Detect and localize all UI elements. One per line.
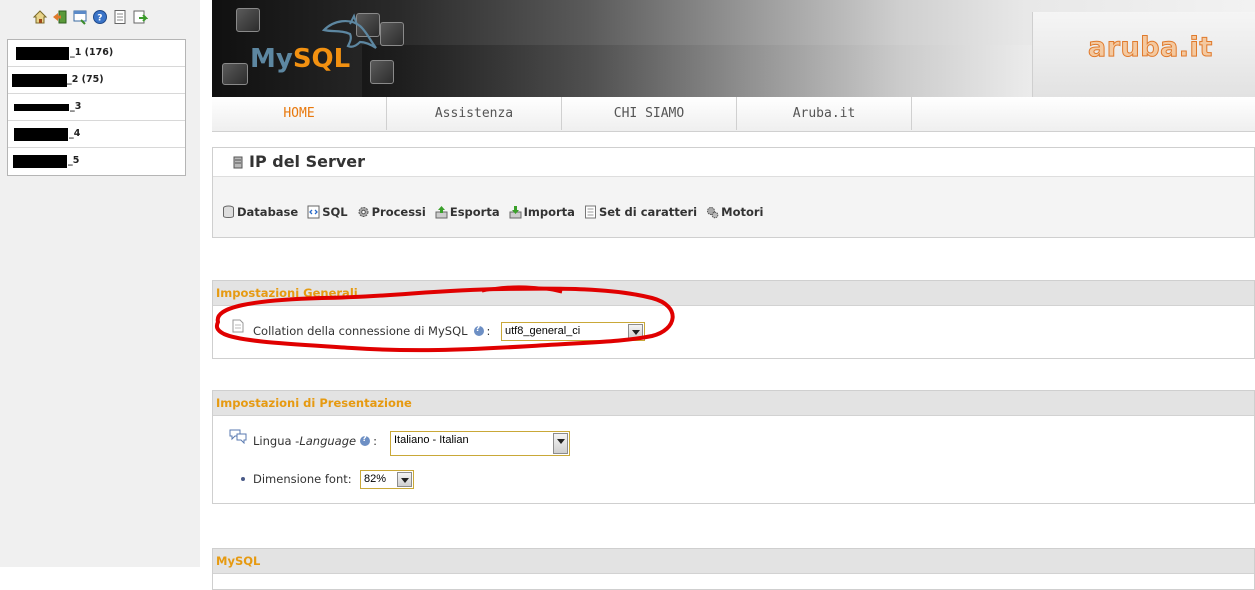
header-banner: MySQL aruba.it [212, 0, 1255, 97]
mysql-logo: MySQL [250, 44, 351, 74]
decor-square [236, 8, 260, 32]
banner-shine [362, 45, 1062, 97]
server-tabs: Database SQL Processi Esporta Importa Se… [222, 203, 772, 221]
presentation-settings-title: Impostazioni di Presentazione [213, 391, 1254, 416]
server-icon [233, 156, 243, 169]
decor-square [370, 60, 394, 84]
collation-select[interactable]: utf8_general_ci [501, 322, 645, 341]
font-size-select[interactable]: 82% [360, 470, 414, 489]
tab-set-di-caratteri[interactable]: Set di caratteri [584, 205, 697, 219]
sql-icon [307, 205, 320, 219]
help-icon[interactable]: ? [92, 9, 108, 25]
tab-label: Database [237, 205, 299, 219]
server-title: IP del Server [249, 152, 366, 171]
refresh-icon[interactable] [132, 9, 148, 25]
database-item-4[interactable]: _4 [8, 121, 185, 148]
tab-label: Motori [721, 205, 764, 219]
tab-label: Set di caratteri [598, 205, 698, 219]
tab-label: Esporta [449, 205, 500, 219]
import-icon [509, 206, 522, 219]
redacted-name [13, 155, 67, 168]
engines-icon [707, 207, 719, 219]
left-toolbar: ? [32, 9, 148, 27]
menu-item-assistenza[interactable]: Assistenza [387, 97, 562, 130]
database-label[interactable]: _5 [68, 155, 79, 166]
tab-label: Importa [523, 205, 575, 219]
redacted-name [16, 47, 69, 60]
menu-item-aruba[interactable]: Aruba.it [737, 97, 912, 130]
language-label-english: Language [299, 434, 357, 448]
mysql-fieldset: MySQL [212, 548, 1255, 590]
general-settings-title: Impostazioni Generali [213, 281, 1254, 306]
font-size-row: Dimensione font: [253, 472, 352, 486]
database-icon [223, 205, 234, 218]
database-item-2[interactable]: _2 (75) [8, 67, 185, 94]
tab-database[interactable]: Database [222, 205, 298, 219]
language-colon: : [373, 434, 377, 448]
export-icon [435, 206, 448, 219]
charset-icon [584, 205, 596, 219]
decor-square [380, 22, 404, 46]
server-panel: IP del Server Database SQL Processi Espo… [212, 147, 1255, 238]
database-item-5[interactable]: _5 [8, 148, 185, 175]
documentation-icon[interactable] [112, 9, 128, 25]
top-menu: HOME Assistenza CHI SIAMO Aruba.it [212, 97, 1255, 132]
help-icon[interactable] [473, 324, 484, 336]
language-value: Italiano - Italian [394, 434, 469, 446]
tab-esporta[interactable]: Esporta [435, 205, 500, 219]
database-list: _1 (176) _2 (75) _3 _4 _5 [7, 39, 186, 176]
left-navigation-frame: ? _1 (176) _2 (75) _3 _4 _5 [0, 0, 200, 567]
tab-sql[interactable]: SQL [307, 205, 348, 219]
menu-item-home[interactable]: HOME [212, 97, 387, 130]
redacted-name [14, 104, 69, 111]
presentation-settings-fieldset: Impostazioni di Presentazione Lingua - L… [212, 390, 1255, 504]
collation-value: utf8_general_ci [505, 325, 581, 337]
language-icon [229, 429, 247, 444]
language-label: Lingua - [253, 434, 300, 448]
query-window-icon[interactable] [72, 9, 88, 25]
collation-row: Collation della connessione di MySQL : [253, 324, 490, 338]
general-settings-fieldset: Impostazioni Generali Collation della co… [212, 280, 1255, 359]
language-row: Lingua - Language : [253, 434, 377, 448]
processes-icon [358, 207, 369, 217]
mysql-section-title: MySQL [213, 549, 1254, 574]
database-label[interactable]: _2 (75) [67, 74, 104, 85]
aruba-logo: aruba.it [1088, 32, 1213, 64]
language-select[interactable]: Italiano - Italian [390, 431, 570, 456]
aruba-logo-box[interactable]: aruba.it [1032, 12, 1255, 97]
chevron-down-icon[interactable] [397, 472, 412, 487]
home-icon[interactable] [32, 9, 48, 25]
tab-label: Processi [371, 205, 426, 219]
database-label[interactable]: _3 [70, 101, 81, 112]
main-content-frame: MySQL aruba.it HOME Assistenza CHI SIAMO… [212, 0, 1255, 590]
server-title-row: IP del Server [213, 148, 1254, 177]
database-label[interactable]: _4 [69, 128, 80, 139]
tab-processi[interactable]: Processi [357, 205, 426, 219]
font-size-value: 82% [364, 473, 387, 485]
chevron-down-icon[interactable] [628, 324, 643, 339]
database-item-3[interactable]: _3 [8, 94, 185, 121]
decor-square [222, 63, 248, 85]
exit-icon[interactable] [52, 9, 68, 25]
collation-colon: : [486, 324, 491, 338]
font-size-label: Dimensione font: [253, 472, 352, 486]
bullet-icon [241, 477, 245, 481]
help-icon[interactable] [360, 434, 371, 446]
chevron-down-icon[interactable] [553, 433, 568, 454]
tab-motori[interactable]: Motori [706, 205, 763, 219]
tab-importa[interactable]: Importa [509, 205, 575, 219]
svg-text:?: ? [97, 14, 102, 24]
document-icon [232, 319, 244, 333]
menu-item-chi-siamo[interactable]: CHI SIAMO [562, 97, 737, 130]
collation-label: Collation della connessione di MySQL [253, 324, 468, 338]
database-item-1[interactable]: _1 (176) [8, 40, 185, 67]
redacted-name [12, 74, 67, 87]
database-label[interactable]: _1 (176) [70, 47, 113, 58]
redacted-name [14, 128, 68, 141]
tab-label: SQL [322, 205, 348, 219]
